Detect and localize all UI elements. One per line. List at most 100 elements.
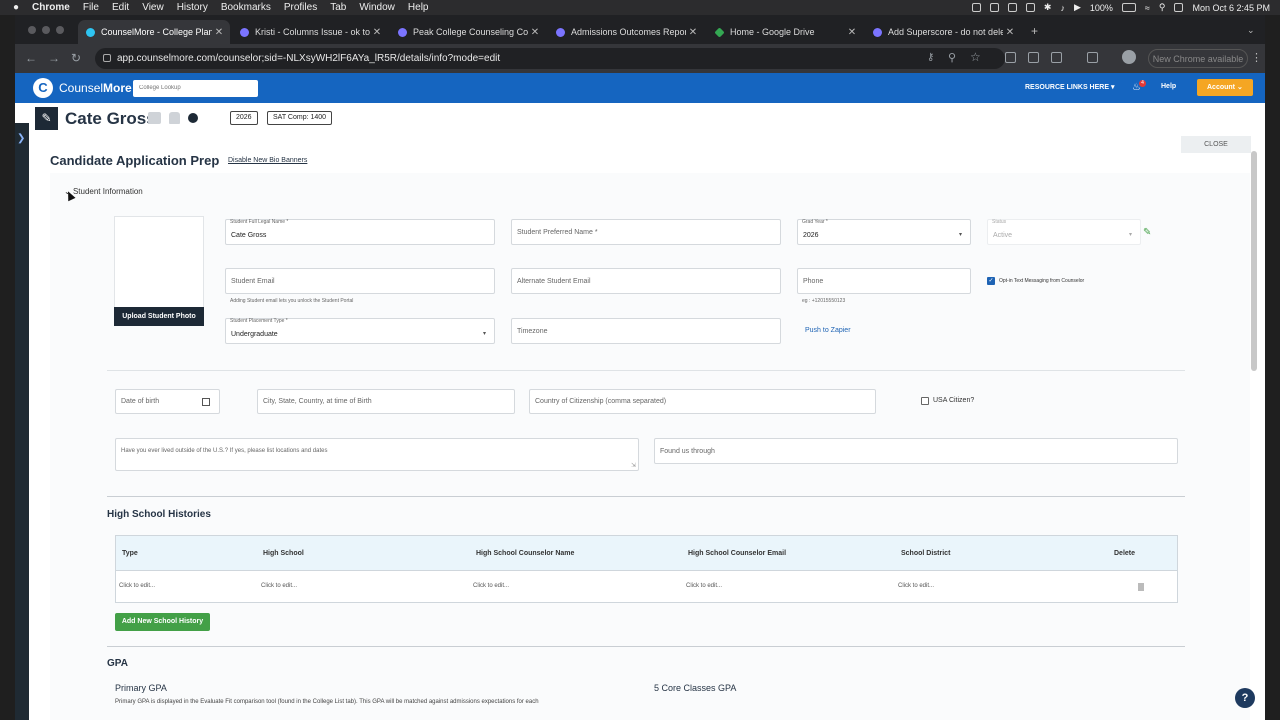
column-header[interactable]: Type (122, 550, 138, 557)
window-zoom-button[interactable] (56, 26, 64, 34)
key-icon[interactable]: ⚷ (927, 52, 934, 63)
browser-tab[interactable]: Add Superscore - do not dele ✕ (865, 20, 1021, 44)
phone-field[interactable]: Phone (797, 268, 971, 294)
extensions-puzzle-icon[interactable] (1051, 52, 1062, 63)
menu-tab[interactable]: Tab (330, 2, 346, 13)
reload-icon[interactable]: ↻ (71, 51, 81, 65)
menu-bookmarks[interactable]: Bookmarks (221, 2, 271, 13)
side-panel-icon[interactable] (1087, 52, 1098, 63)
battery-percent[interactable]: 100% (1090, 3, 1113, 13)
menu-window[interactable]: Window (359, 2, 395, 13)
zoom-icon[interactable]: ⚲ (948, 51, 956, 64)
tab-close-icon[interactable]: ✕ (686, 27, 700, 38)
collapsed-sidebar[interactable]: ❯ (15, 123, 29, 720)
window-close-button[interactable] (28, 26, 36, 34)
apple-icon[interactable]: ● (13, 2, 19, 13)
grad-year-select[interactable]: Grad Year * 2026 ▾ (797, 219, 971, 245)
wifi-icon[interactable]: ≈ (1145, 3, 1150, 13)
college-lookup-input[interactable] (133, 80, 258, 97)
close-button[interactable]: CLOSE (1181, 136, 1251, 153)
play-icon[interactable]: ▶ (1074, 2, 1081, 13)
menubar-clock[interactable]: Mon Oct 6 2:45 PM (1192, 3, 1270, 13)
edit-status-pencil-icon[interactable]: ✎ (1143, 227, 1151, 238)
forward-arrow-icon[interactable]: → (48, 51, 60, 65)
citizenship-field[interactable]: Country of Citizenship (comma separated) (529, 389, 876, 414)
column-header[interactable]: High School Counselor Name (476, 550, 574, 557)
opt-in-text-checkbox[interactable]: ✓ (987, 277, 995, 285)
account-dropdown-button[interactable]: Account ⌄ (1197, 79, 1253, 96)
column-header[interactable]: High School (263, 550, 304, 557)
lived-outside-textarea[interactable]: Have you ever lived outside of the U.S.?… (115, 438, 639, 471)
add-school-history-button[interactable]: Add New School History (115, 613, 210, 631)
browser-tab[interactable]: Peak College Counseling Colle ✕ (390, 20, 546, 44)
folder-icon[interactable] (148, 112, 161, 124)
placement-type-select[interactable]: Student Placement Type * Undergraduate ▾ (225, 318, 495, 344)
grid-status-icon[interactable] (1025, 3, 1035, 12)
delete-trash-icon[interactable] (1138, 583, 1144, 591)
column-header[interactable]: School District (901, 550, 950, 557)
help-link[interactable]: Help (1161, 83, 1176, 90)
control-center-icon[interactable] (1174, 3, 1184, 12)
app-status-icon[interactable] (989, 3, 999, 12)
table-cell[interactable]: Click to edit... (119, 583, 155, 589)
student-email-field[interactable]: Student Email (225, 268, 495, 294)
tab-close-icon[interactable]: ✕ (1003, 27, 1017, 38)
search-icon[interactable]: ⚲ (1159, 2, 1166, 13)
edit-pencil-icon[interactable]: ✎ (35, 107, 58, 130)
new-chrome-available-button[interactable]: New Chrome available (1148, 49, 1248, 68)
extension-icon[interactable] (1005, 52, 1016, 63)
table-cell[interactable]: Click to edit... (473, 583, 509, 589)
upload-student-photo-button[interactable]: Upload Student Photo (114, 307, 204, 326)
expand-sidebar-chevron-icon[interactable]: ❯ (17, 133, 25, 144)
alternate-email-field[interactable]: Alternate Student Email (511, 268, 781, 294)
preferred-name-field[interactable]: Student Preferred Name * (511, 219, 781, 245)
table-cell[interactable]: Click to edit... (898, 583, 934, 589)
browser-tab[interactable]: Home - Google Drive ✕ (707, 20, 863, 44)
tab-close-icon[interactable]: ✕ (528, 27, 542, 38)
disable-bio-banners-link[interactable]: Disable New Bio Banners (228, 157, 307, 164)
menu-app-name[interactable]: Chrome (32, 2, 70, 13)
push-to-zapier-button[interactable]: Push to Zapier (805, 327, 851, 334)
tab-close-icon[interactable]: ✕ (845, 27, 859, 38)
column-header[interactable]: Delete (1114, 550, 1135, 557)
bookmark-star-icon[interactable]: ☆ (970, 50, 981, 64)
menu-file[interactable]: File (83, 2, 99, 13)
chrome-menu-icon[interactable]: ⋮ (1251, 51, 1262, 64)
menu-profiles[interactable]: Profiles (284, 2, 317, 13)
date-of-birth-field[interactable]: Date of birth (115, 389, 220, 414)
menu-history[interactable]: History (177, 2, 208, 13)
menu-edit[interactable]: Edit (112, 2, 129, 13)
zoom-status-icon[interactable] (971, 3, 981, 12)
window-minimize-button[interactable] (42, 26, 50, 34)
birth-city-field[interactable]: City, State, Country, at time of Birth (257, 389, 515, 414)
status-select[interactable]: Status Active ▾ (987, 219, 1141, 245)
browser-tab[interactable]: CounselMore - College Planni ✕ (78, 20, 230, 44)
tab-close-icon[interactable]: ✕ (370, 27, 384, 38)
table-cell[interactable]: Click to edit... (686, 583, 722, 589)
menu-view[interactable]: View (142, 2, 164, 13)
legal-name-field[interactable]: Student Full Legal Name * Cate Gross (225, 219, 495, 245)
student-information-toggle[interactable]: ⌄ Student Information (64, 187, 143, 196)
profile-avatar[interactable] (1122, 50, 1136, 64)
clipboard-status-icon[interactable] (1007, 3, 1017, 12)
calendar-icon[interactable] (202, 398, 210, 406)
new-tab-plus-icon[interactable]: + (1031, 24, 1038, 38)
back-arrow-icon[interactable]: ← (25, 51, 37, 65)
timezone-field[interactable]: Timezone (511, 318, 781, 344)
tab-close-icon[interactable]: ✕ (212, 27, 226, 38)
column-header[interactable]: High School Counselor Email (688, 550, 786, 557)
usa-citizen-checkbox[interactable] (921, 397, 929, 405)
help-question-icon[interactable]: ? (1235, 688, 1255, 708)
tab-search-chevron-icon[interactable]: ⌄ (1247, 25, 1255, 36)
extension-icon[interactable] (1028, 52, 1039, 63)
counselmore-logo-icon[interactable]: C (33, 78, 53, 98)
browser-tab[interactable]: Kristi - Columns Issue - ok to ✕ (232, 20, 388, 44)
resize-handle-icon[interactable]: ⇲ (631, 462, 636, 469)
timer-icon[interactable] (188, 113, 198, 123)
table-cell[interactable]: Click to edit... (261, 583, 297, 589)
page-scrollbar[interactable] (1251, 151, 1257, 371)
resource-links-dropdown[interactable]: RESOURCE LINKS HERE ▾ (1025, 83, 1114, 91)
site-info-icon[interactable] (103, 54, 111, 62)
menu-help[interactable]: Help (408, 2, 429, 13)
volume-icon[interactable]: ♪ (1060, 3, 1065, 13)
